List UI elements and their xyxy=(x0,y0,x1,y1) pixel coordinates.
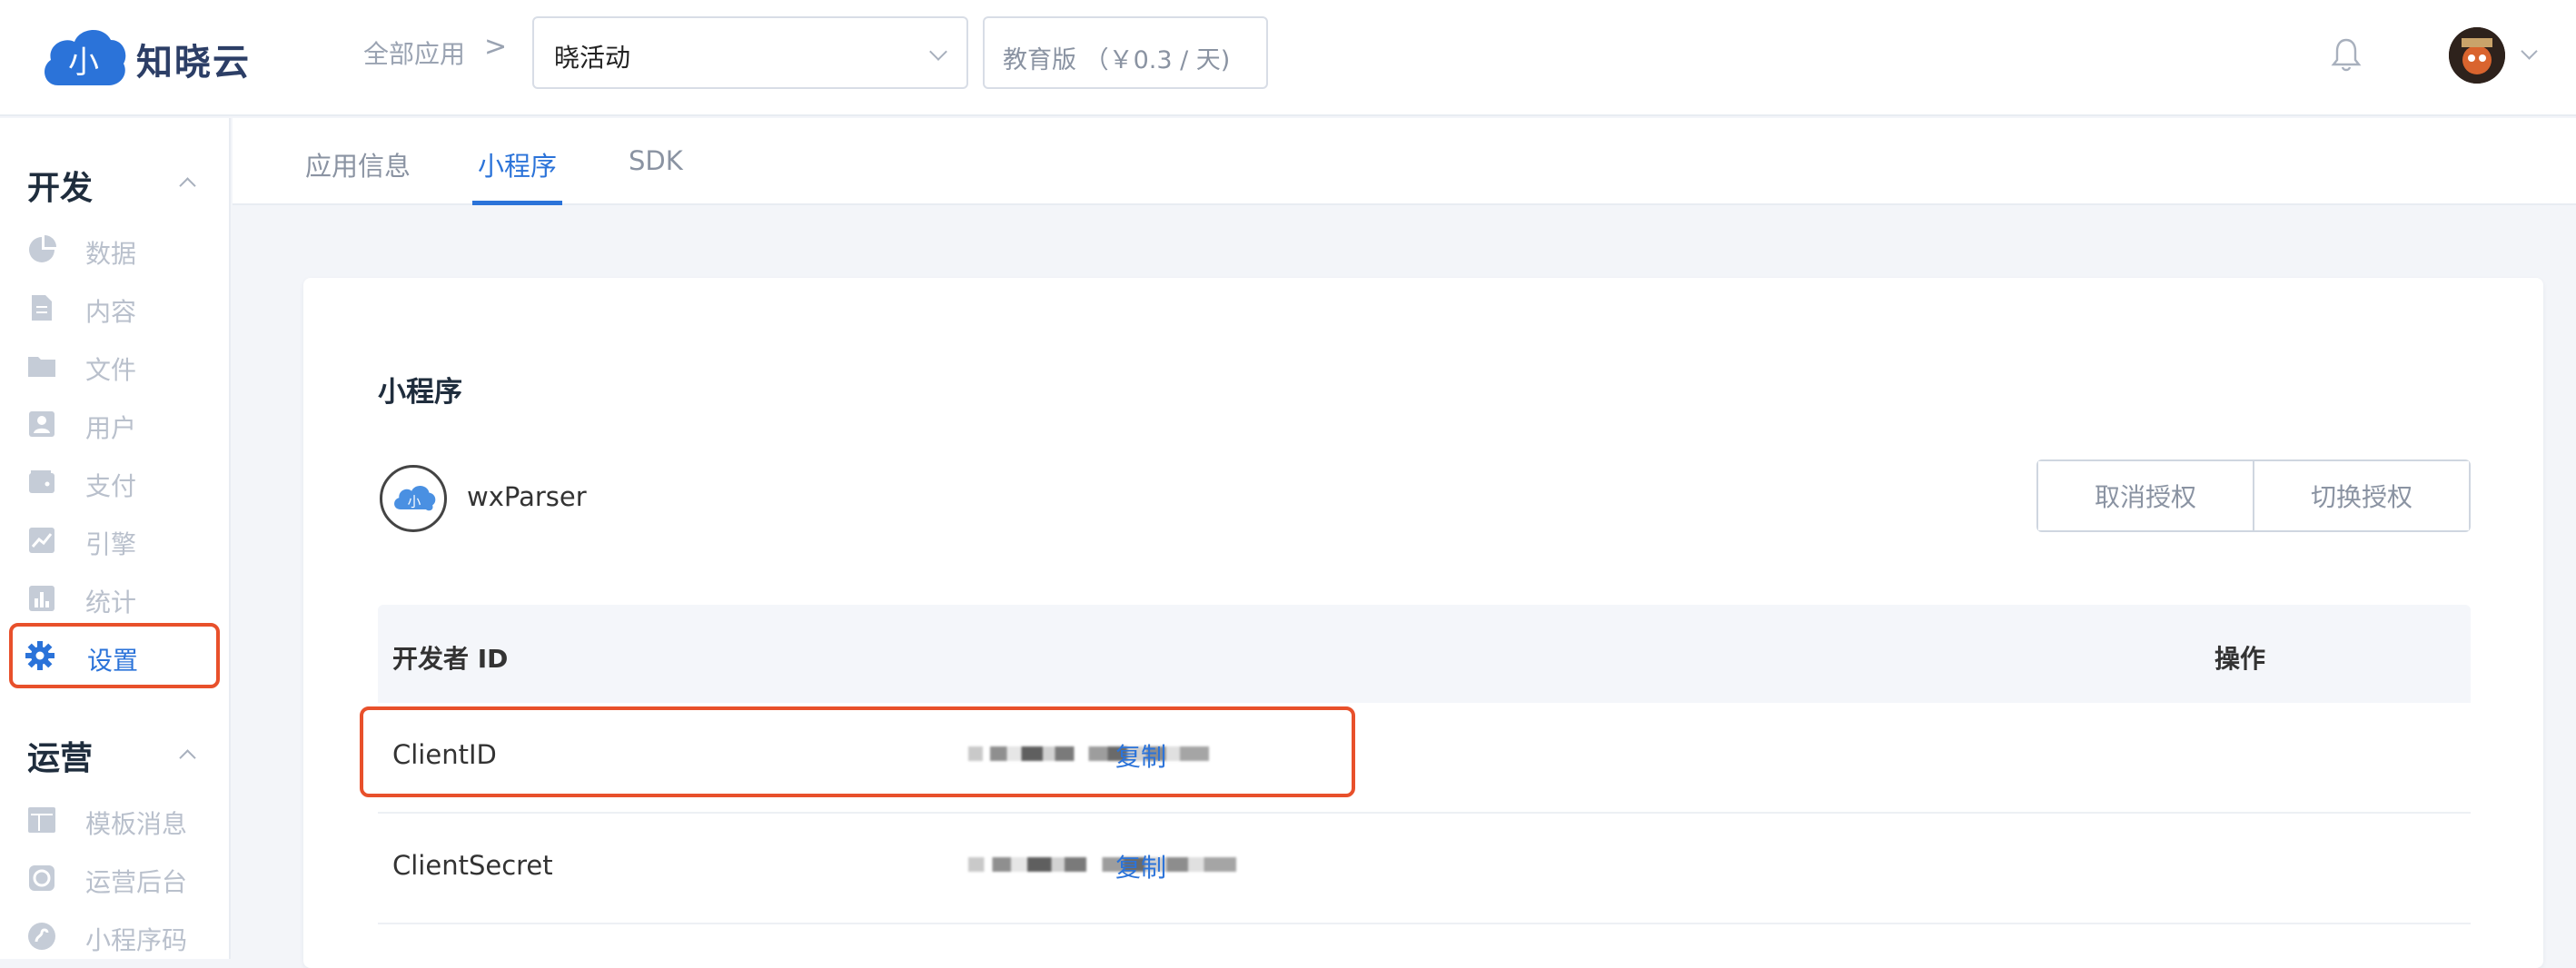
app-select[interactable]: 晓活动 xyxy=(532,16,968,89)
column-header-developer-id: 开发者 ID xyxy=(392,644,509,674)
table-row-client-secret: ClientSecret 复制 xyxy=(378,814,2471,924)
logo-cloud-icon[interactable]: 小 xyxy=(38,20,129,93)
sidebar-item-label: 文件 xyxy=(85,355,137,385)
sidebar-section-ops[interactable]: 运营 xyxy=(27,732,93,779)
sidebar-item-template-msg[interactable]: 模板消息 xyxy=(13,794,218,846)
sidebar-item-ops-console[interactable]: 运营后台 xyxy=(13,852,218,904)
gear-icon xyxy=(25,641,54,670)
sidebar-item-users[interactable]: 用户 xyxy=(13,398,218,450)
sidebar-item-label: 运营后台 xyxy=(85,867,188,897)
sidebar-item-label: 统计 xyxy=(85,588,137,617)
template-icon xyxy=(28,807,55,833)
sidebar-item-engine[interactable]: 引擎 xyxy=(13,514,218,567)
folder-icon xyxy=(28,357,55,377)
app-select-value: 晓活动 xyxy=(554,43,631,73)
miniprogram-name: wxParser xyxy=(467,481,587,512)
sidebar-item-label: 模板消息 xyxy=(85,809,188,839)
avatar[interactable] xyxy=(2449,27,2505,84)
edition-label: 教育版 （￥0.3 / 天) xyxy=(1003,46,1231,74)
sidebar-item-label: 数据 xyxy=(85,239,137,269)
qrcode-icon xyxy=(28,923,55,950)
tab-bar: 应用信息 小程序 SDK xyxy=(233,118,2576,205)
sidebar-item-data[interactable]: 数据 xyxy=(13,223,218,276)
user-icon xyxy=(29,411,54,437)
client-secret-value-redacted xyxy=(968,857,1241,877)
switch-auth-button[interactable]: 切换授权 xyxy=(2253,461,2469,530)
table-header: 开发者 ID 操作 xyxy=(378,605,2471,703)
bell-icon[interactable] xyxy=(2331,36,2362,73)
chevron-up-icon[interactable] xyxy=(179,749,196,766)
revoke-auth-button[interactable]: 取消授权 xyxy=(2038,461,2253,530)
chevron-up-icon[interactable] xyxy=(179,177,196,194)
wallet-icon xyxy=(29,470,54,493)
client-id-highlight-box xyxy=(360,706,1355,797)
sidebar-section-dev[interactable]: 开发 xyxy=(27,162,93,209)
brand-name[interactable]: 知晓云 xyxy=(136,33,251,85)
page-title: 小程序 xyxy=(378,376,462,409)
tab-sdk[interactable]: SDK xyxy=(629,145,683,205)
sidebar-item-label: 小程序码 xyxy=(85,925,188,955)
copy-client-secret-button[interactable]: 复制 xyxy=(1115,848,1166,884)
tab-app-info[interactable]: 应用信息 xyxy=(305,145,411,205)
svg-text:小: 小 xyxy=(68,44,99,81)
svg-text:小: 小 xyxy=(408,494,421,509)
sidebar-item-label: 引擎 xyxy=(85,529,137,559)
sidebar: 开发 数据 内容 文件 用户 支付 引擎 统计 设置 运营 模板消息 运营后台 … xyxy=(0,118,231,959)
sidebar-item-qrcode[interactable]: 小程序码 xyxy=(13,910,218,963)
chevron-down-icon[interactable] xyxy=(2521,43,2538,60)
breadcrumb-all-apps[interactable]: 全部应用 xyxy=(363,35,465,71)
sidebar-item-settings[interactable]: 设置 xyxy=(9,623,220,688)
row-key: ClientSecret xyxy=(392,850,553,881)
sidebar-item-label: 内容 xyxy=(85,297,137,327)
sidebar-item-files[interactable]: 文件 xyxy=(13,340,218,392)
pie-chart-icon xyxy=(29,235,56,262)
sidebar-item-label: 支付 xyxy=(85,471,137,501)
console-icon xyxy=(29,865,54,891)
document-icon xyxy=(32,295,52,321)
sidebar-item-stats[interactable]: 统计 xyxy=(13,572,218,625)
miniprogram-avatar-icon: 小 xyxy=(380,465,447,532)
auth-button-group: 取消授权 切换授权 xyxy=(2036,459,2471,532)
column-header-action: 操作 xyxy=(2214,644,2266,674)
chevron-down-icon xyxy=(929,43,947,61)
sidebar-item-label: 设置 xyxy=(87,646,139,676)
bar-chart-icon xyxy=(29,586,54,611)
top-header: 小 知晓云 全部应用 > 晓活动 教育版 （￥0.3 / 天) xyxy=(0,0,2576,116)
sidebar-item-payment[interactable]: 支付 xyxy=(13,456,218,509)
tab-miniprogram[interactable]: 小程序 xyxy=(472,145,563,205)
breadcrumb-separator: > xyxy=(484,31,508,63)
sidebar-item-label: 用户 xyxy=(85,413,137,443)
edition-badge[interactable]: 教育版 （￥0.3 / 天) xyxy=(983,16,1268,89)
miniprogram-card: 小程序 小 wxParser 取消授权 切换授权 开发者 ID 操作 Clien… xyxy=(303,278,2543,968)
trend-icon xyxy=(29,528,54,553)
sidebar-item-content[interactable]: 内容 xyxy=(13,282,218,334)
